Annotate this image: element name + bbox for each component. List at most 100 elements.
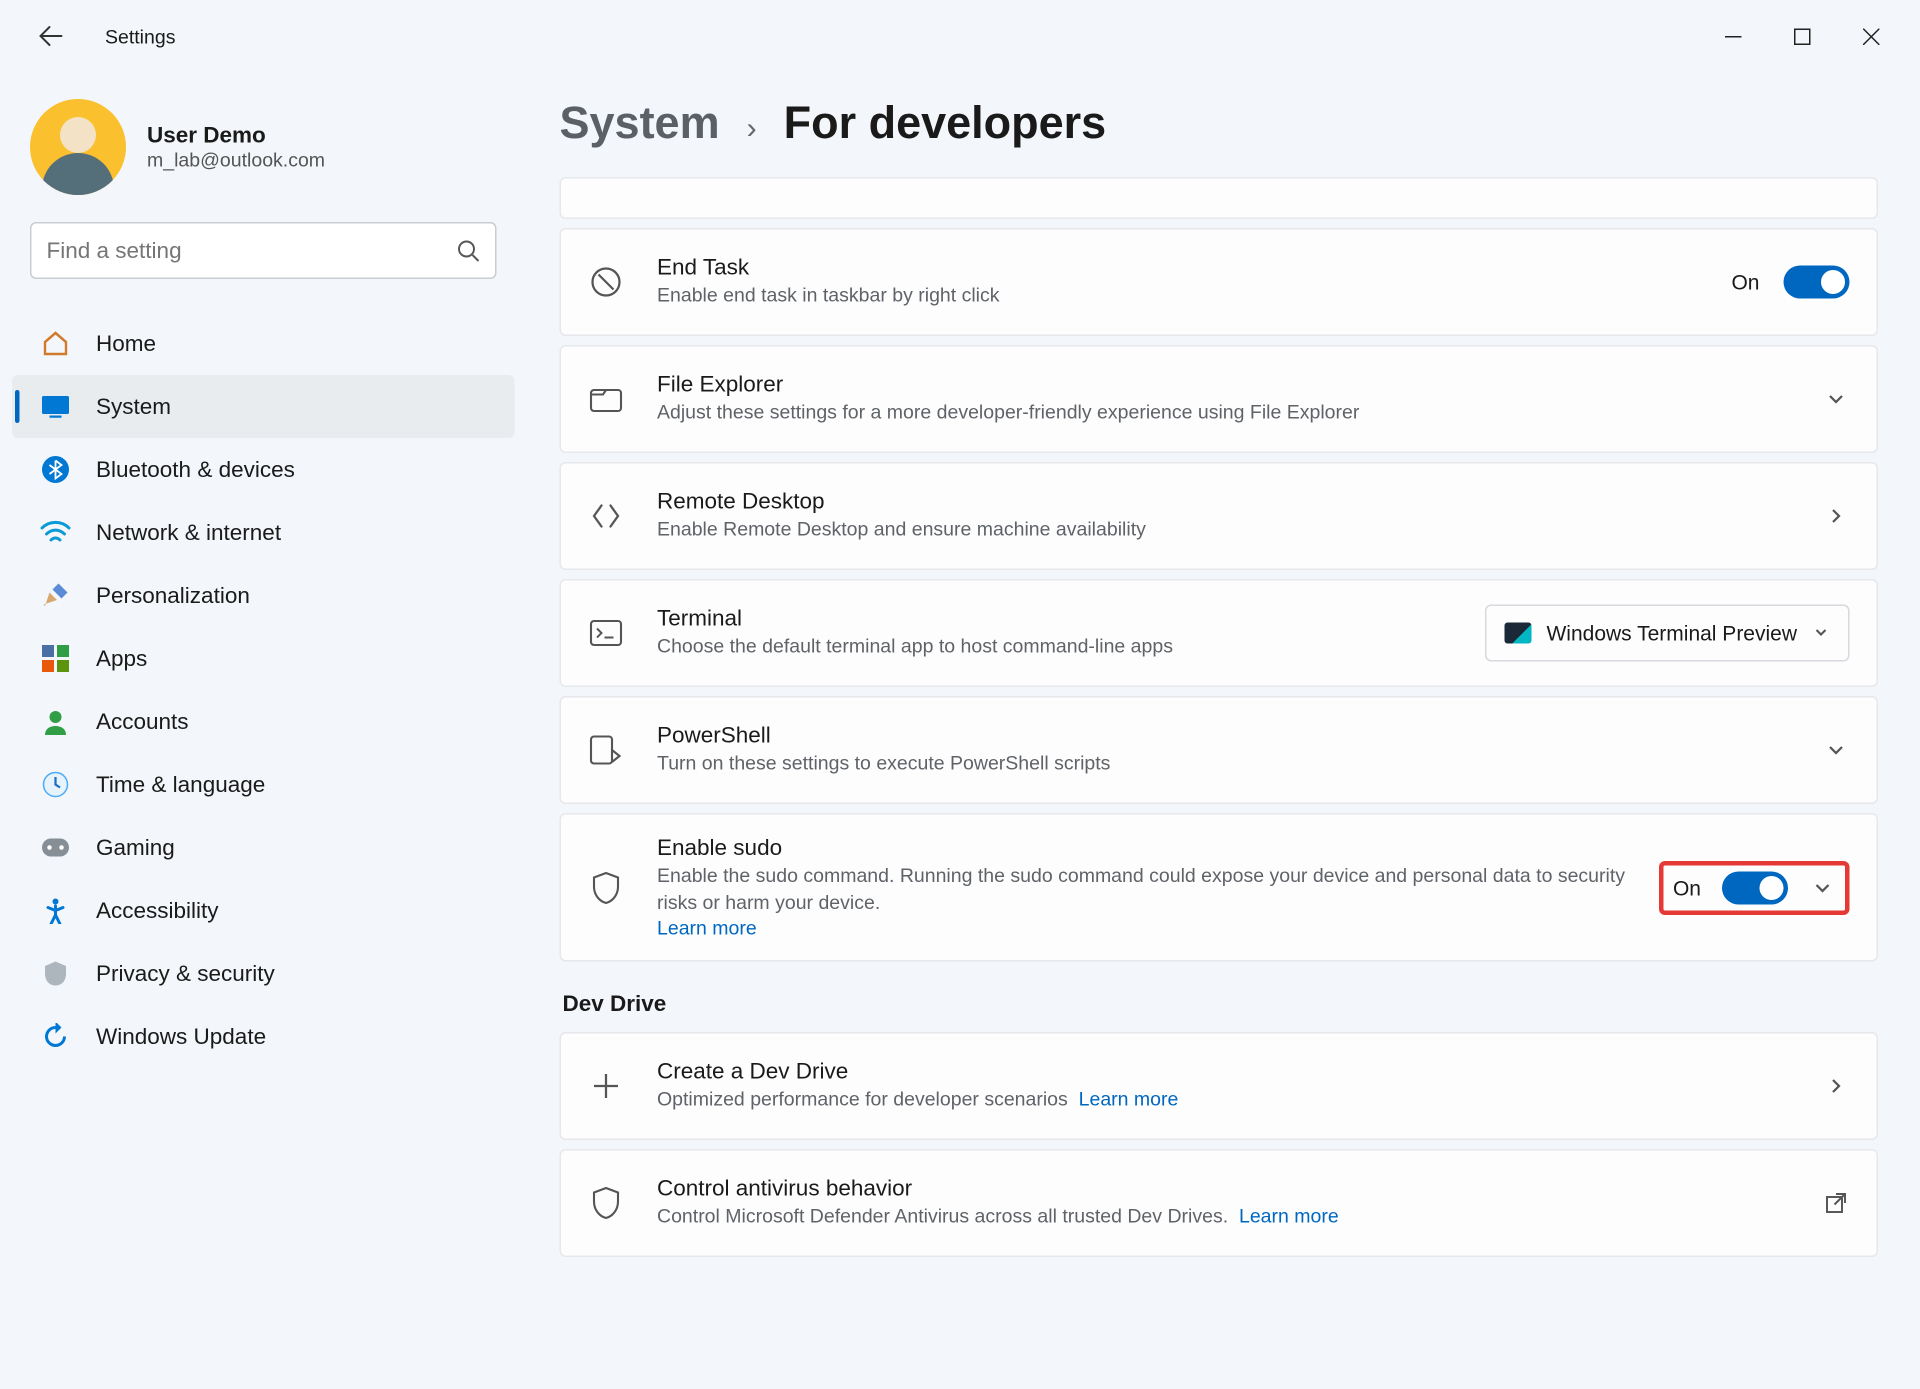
external-link-icon[interactable]: [1823, 1190, 1850, 1217]
nav-apps[interactable]: Apps: [12, 627, 515, 690]
user-profile[interactable]: User Demo m_lab@outlook.com: [12, 90, 515, 222]
card-subtitle: Choose the default terminal app to host …: [657, 633, 1485, 660]
nav-time[interactable]: Time & language: [12, 753, 515, 816]
nav-gaming[interactable]: Gaming: [12, 816, 515, 879]
gaming-icon: [39, 831, 72, 864]
card-powershell[interactable]: PowerShell Turn on these settings to exe…: [560, 696, 1879, 804]
chevron-down-icon[interactable]: [1809, 874, 1836, 901]
nav-label: Network & internet: [96, 520, 281, 546]
learn-more-link[interactable]: Learn more: [1079, 1088, 1179, 1111]
close-button[interactable]: [1836, 12, 1905, 60]
chevron-right-icon[interactable]: [1823, 503, 1850, 530]
chevron-down-icon[interactable]: [1823, 386, 1850, 413]
card-file-explorer[interactable]: File Explorer Adjust these settings for …: [560, 345, 1879, 453]
nav-accounts[interactable]: Accounts: [12, 690, 515, 753]
card-remote-desktop[interactable]: Remote Desktop Enable Remote Desktop and…: [560, 462, 1879, 570]
card-title: End Task: [657, 255, 1731, 281]
nav-home[interactable]: Home: [12, 312, 515, 375]
maximize-button[interactable]: [1767, 12, 1836, 60]
nav-label: Bluetooth & devices: [96, 457, 295, 483]
card-title: Terminal: [657, 606, 1485, 632]
card-terminal[interactable]: Terminal Choose the default terminal app…: [560, 579, 1879, 687]
nav-accessibility[interactable]: Accessibility: [12, 879, 515, 942]
dropdown-value: Windows Terminal Preview: [1546, 621, 1797, 645]
nav-label: Personalization: [96, 583, 250, 609]
network-icon: [39, 516, 72, 549]
nav-update[interactable]: Windows Update: [12, 1005, 515, 1068]
learn-more-link[interactable]: Learn more: [657, 917, 1659, 940]
terminal-icon: [588, 615, 624, 651]
card-title: PowerShell: [657, 723, 1823, 749]
card-title: Enable sudo: [657, 836, 1659, 862]
minimize-icon: [1724, 28, 1741, 45]
search-box[interactable]: [30, 222, 497, 279]
search-input[interactable]: [47, 238, 457, 264]
card-title: Control antivirus behavior: [657, 1176, 1823, 1202]
sudo-toggle[interactable]: [1722, 871, 1788, 904]
system-icon: [39, 390, 72, 423]
learn-more-link[interactable]: Learn more: [1239, 1205, 1339, 1228]
nav-personalization[interactable]: Personalization: [12, 564, 515, 627]
card-enable-sudo[interactable]: Enable sudo Enable the sudo command. Run…: [560, 813, 1879, 962]
nav-label: Accounts: [96, 709, 189, 735]
nav-label: Apps: [96, 646, 147, 672]
nav-list: Home System Bluetooth & devices Network …: [12, 312, 515, 1068]
shield-icon: [588, 1186, 624, 1222]
card-end-task[interactable]: End Task Enable end task in taskbar by r…: [560, 228, 1879, 336]
avatar: [30, 99, 126, 195]
terminal-dropdown[interactable]: Windows Terminal Preview: [1485, 605, 1850, 662]
dev-drive-header: Dev Drive: [563, 992, 1879, 1018]
breadcrumb-parent[interactable]: System: [560, 99, 720, 150]
chevron-right-icon[interactable]: [1823, 1073, 1850, 1100]
close-icon: [1862, 28, 1879, 45]
accounts-icon: [39, 705, 72, 738]
nav-network[interactable]: Network & internet: [12, 501, 515, 564]
card-subtitle: Enable Remote Desktop and ensure machine…: [657, 516, 1823, 543]
card-subtitle: Adjust these settings for a more develop…: [657, 399, 1823, 426]
nav-label: Home: [96, 331, 156, 357]
card-stub: [560, 177, 1879, 219]
sudo-toggle-highlight: On: [1659, 861, 1849, 915]
breadcrumb-current: For developers: [784, 99, 1107, 150]
end-task-toggle[interactable]: [1784, 266, 1850, 299]
breadcrumb: System › For developers: [560, 99, 1879, 150]
card-subtitle: Control Microsoft Defender Antivirus acr…: [657, 1203, 1823, 1230]
nav-label: System: [96, 394, 171, 420]
chevron-down-icon[interactable]: [1823, 737, 1850, 764]
card-create-dev-drive[interactable]: Create a Dev Drive Optimized performance…: [560, 1033, 1879, 1141]
toggle-state: On: [1731, 270, 1759, 294]
search-icon: [456, 239, 480, 263]
toggle-state: On: [1673, 876, 1701, 900]
accessibility-icon: [39, 894, 72, 927]
breadcrumb-separator: ›: [747, 113, 757, 148]
file-explorer-icon: [588, 381, 624, 417]
minimize-button[interactable]: [1698, 12, 1767, 60]
app-title: Settings: [105, 25, 175, 48]
remote-desktop-icon: [588, 498, 624, 534]
personalization-icon: [39, 579, 72, 612]
card-title: Create a Dev Drive: [657, 1059, 1823, 1085]
back-button[interactable]: [27, 12, 75, 60]
plus-icon: [588, 1069, 624, 1105]
home-icon: [39, 327, 72, 360]
sidebar: User Demo m_lab@outlook.com Home System …: [0, 72, 533, 1389]
window-controls: [1698, 12, 1905, 60]
terminal-app-icon: [1504, 623, 1531, 644]
time-icon: [39, 768, 72, 801]
update-icon: [39, 1020, 72, 1053]
privacy-icon: [39, 957, 72, 990]
nav-label: Time & language: [96, 772, 265, 798]
card-subtitle: Enable the sudo command. Running the sud…: [657, 863, 1659, 918]
nav-label: Gaming: [96, 835, 175, 861]
apps-icon: [39, 642, 72, 675]
card-title: Remote Desktop: [657, 489, 1823, 515]
nav-label: Privacy & security: [96, 961, 275, 987]
nav-privacy[interactable]: Privacy & security: [12, 942, 515, 1005]
nav-system[interactable]: System: [12, 375, 515, 438]
nav-bluetooth[interactable]: Bluetooth & devices: [12, 438, 515, 501]
card-subtitle: Turn on these settings to execute PowerS…: [657, 750, 1823, 777]
card-subtitle: Optimized performance for developer scen…: [657, 1086, 1823, 1113]
bluetooth-icon: [39, 453, 72, 486]
end-task-icon: [588, 264, 624, 300]
card-antivirus[interactable]: Control antivirus behavior Control Micro…: [560, 1150, 1879, 1258]
